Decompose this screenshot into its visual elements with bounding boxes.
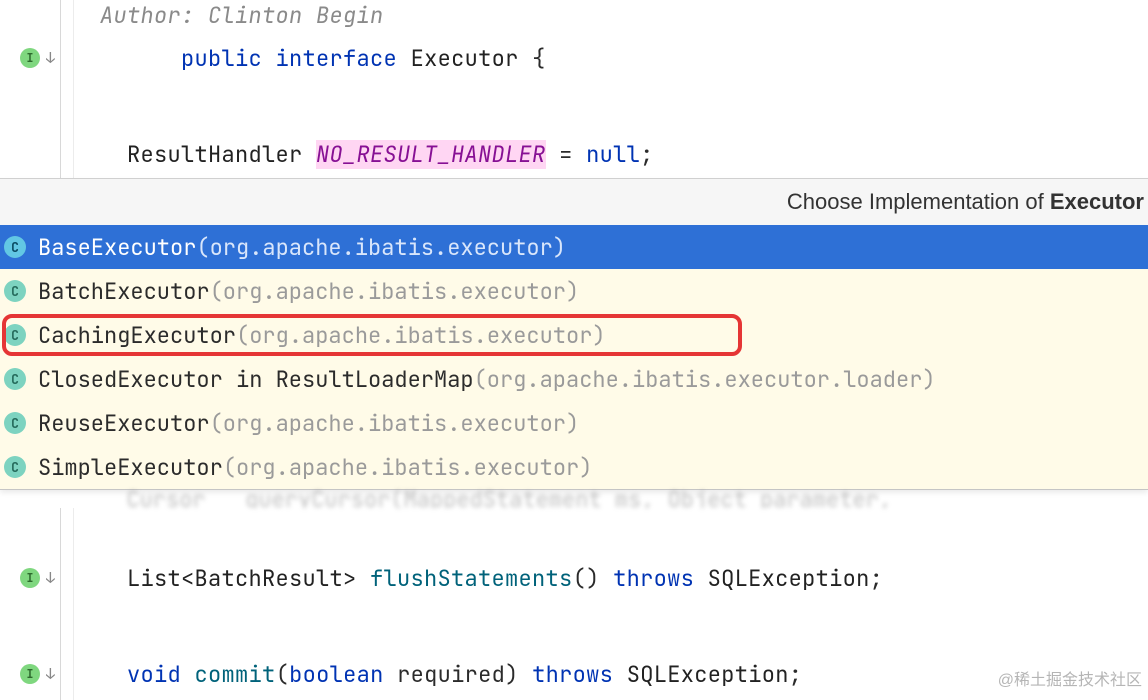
method-name: flushStatements xyxy=(370,564,573,593)
impl-package: (org.apache.ibatis.executor) xyxy=(210,277,580,306)
class-icon: C xyxy=(4,456,26,478)
impl-package: (org.apache.ibatis.executor.loader) xyxy=(474,365,936,394)
implementations-icon[interactable]: I xyxy=(20,568,40,588)
commit-decl[interactable]: void commit(boolean required) throws SQL… xyxy=(74,660,802,689)
paren-l: ( xyxy=(276,660,290,689)
eq: = xyxy=(559,140,573,169)
null-literal: null xyxy=(586,140,640,169)
blank-line xyxy=(0,86,1148,130)
impl-name: ClosedExecutor in ResultLoaderMap xyxy=(38,365,474,394)
blank-line xyxy=(0,604,1148,648)
keyword-throws: throws xyxy=(613,564,694,593)
impl-name: ReuseExecutor xyxy=(38,409,210,438)
keyword-void: void xyxy=(127,660,181,689)
popup-title-target: Executor xyxy=(1050,189,1144,214)
semi: ; xyxy=(640,140,654,169)
class-icon: C xyxy=(4,236,26,258)
implementation-list[interactable]: C BaseExecutor (org.apache.ibatis.executo… xyxy=(0,225,1148,489)
impl-name: BaseExecutor xyxy=(38,233,196,262)
keyword-public: public xyxy=(181,44,262,73)
return-type: List<BatchResult> xyxy=(127,564,357,593)
method-commit-line[interactable]: I void commit(boolean required) throws S… xyxy=(0,648,1148,700)
method-flush-line[interactable]: I List<BatchResult> flushStatements() th… xyxy=(0,552,1148,604)
impl-name: SimpleExecutor xyxy=(38,453,223,482)
implementations-icon[interactable]: I xyxy=(20,48,40,68)
popup-title: Choose Implementation of Executor xyxy=(0,179,1148,225)
gutter[interactable]: I xyxy=(0,664,60,684)
keyword-interface: interface xyxy=(276,44,398,73)
impl-item-closed-executor[interactable]: C ClosedExecutor in ResultLoaderMap (org.… xyxy=(0,357,1148,401)
impl-item-reuse-executor[interactable]: C ReuseExecutor (org.apache.ibatis.execut… xyxy=(0,401,1148,445)
code-editor: Author: Clinton Begin I public interface… xyxy=(0,0,1148,700)
obscured-code-line: Cursor queryCursor(MappedStatement ms, O… xyxy=(0,490,1148,508)
watermark: @稀土掘金技术社区 xyxy=(998,666,1142,690)
interface-decl-line[interactable]: I public interface Executor { xyxy=(0,30,1148,86)
implementations-icon[interactable]: I xyxy=(20,664,40,684)
popup-title-prefix: Choose Implementation of xyxy=(787,189,1050,214)
keyword-throws: throws xyxy=(532,660,613,689)
exception-type: SQLException xyxy=(627,660,789,689)
class-icon: C xyxy=(4,368,26,390)
class-icon: C xyxy=(4,412,26,434)
parens: () xyxy=(573,564,600,593)
class-icon: C xyxy=(4,324,26,346)
gutter[interactable]: I xyxy=(0,48,60,68)
method-name: commit xyxy=(195,660,276,689)
impl-package: (org.apache.ibatis.executor) xyxy=(223,453,593,482)
semi: ; xyxy=(789,660,803,689)
blank-line xyxy=(0,508,1148,552)
param-name: required xyxy=(397,660,505,689)
type-name: Executor xyxy=(411,44,519,73)
field-line[interactable]: ResultHandler NO_RESULT_HANDLER = null; xyxy=(0,130,1148,178)
field-name: NO_RESULT_HANDLER xyxy=(316,140,546,169)
impl-item-caching-executor[interactable]: C CachingExecutor (org.apache.ibatis.exec… xyxy=(0,313,1148,357)
field-decl[interactable]: ResultHandler NO_RESULT_HANDLER = null; xyxy=(74,140,654,169)
impl-package: (org.apache.ibatis.executor) xyxy=(196,233,566,262)
semi: ; xyxy=(870,564,884,593)
impl-item-batch-executor[interactable]: C BatchExecutor (org.apache.ibatis.execut… xyxy=(0,269,1148,313)
impl-item-base-executor[interactable]: C BaseExecutor (org.apache.ibatis.executo… xyxy=(0,225,1148,269)
impl-package: (org.apache.ibatis.executor) xyxy=(236,321,606,350)
class-icon: C xyxy=(4,280,26,302)
field-type: ResultHandler xyxy=(127,140,303,169)
impl-package: (org.apache.ibatis.executor) xyxy=(210,409,580,438)
flush-decl[interactable]: List<BatchResult> flushStatements() thro… xyxy=(74,564,883,593)
choose-implementation-popup: Choose Implementation of Executor C BaseE… xyxy=(0,178,1148,490)
impl-name: CachingExecutor xyxy=(38,321,236,350)
impl-item-simple-executor[interactable]: C SimpleExecutor (org.apache.ibatis.execu… xyxy=(0,445,1148,489)
impl-name: BatchExecutor xyxy=(38,277,210,306)
gutter[interactable]: I xyxy=(0,568,60,588)
param-type: boolean xyxy=(289,660,384,689)
paren-r: ) xyxy=(505,660,519,689)
brace-open: { xyxy=(532,44,546,73)
exception-type: SQLException xyxy=(708,564,870,593)
